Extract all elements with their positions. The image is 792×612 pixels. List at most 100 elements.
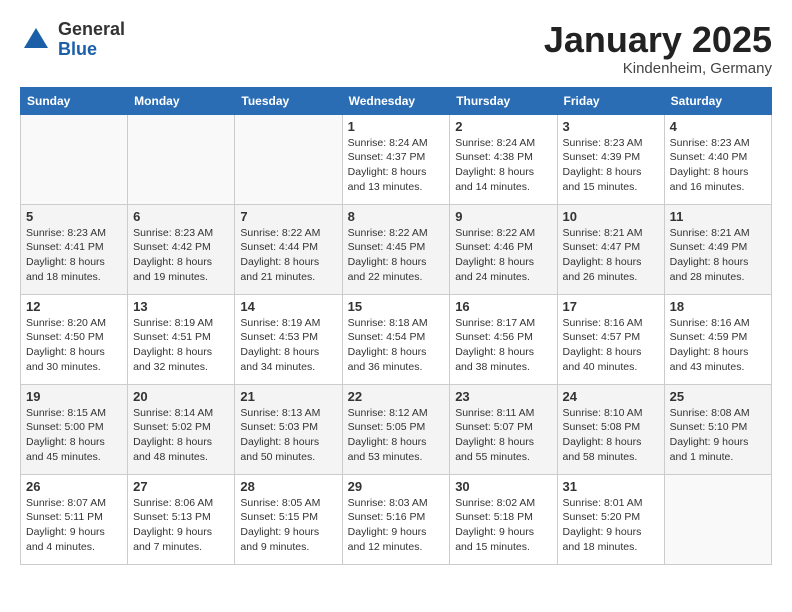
month-title: January 2025 — [544, 20, 772, 60]
weekday-header-tuesday: Tuesday — [235, 87, 342, 114]
day-number: 27 — [133, 479, 229, 494]
calendar-day-cell: 25 Sunrise: 8:08 AM Sunset: 5:10 PM Dayli… — [664, 384, 771, 474]
day-info: Sunrise: 8:10 AM Sunset: 5:08 PM Dayligh… — [563, 406, 659, 465]
day-info: Sunrise: 8:22 AM Sunset: 4:45 PM Dayligh… — [348, 226, 445, 285]
calendar-day-cell — [21, 114, 128, 204]
day-number: 8 — [348, 209, 445, 224]
day-number: 12 — [26, 299, 122, 314]
logo: General Blue — [20, 20, 125, 60]
day-info: Sunrise: 8:18 AM Sunset: 4:54 PM Dayligh… — [348, 316, 445, 375]
day-number: 31 — [563, 479, 659, 494]
day-number: 6 — [133, 209, 229, 224]
day-number: 2 — [455, 119, 551, 134]
day-number: 23 — [455, 389, 551, 404]
weekday-header-wednesday: Wednesday — [342, 87, 450, 114]
calendar-day-cell: 14 Sunrise: 8:19 AM Sunset: 4:53 PM Dayli… — [235, 294, 342, 384]
logo-text: General Blue — [58, 20, 125, 60]
calendar-day-cell: 20 Sunrise: 8:14 AM Sunset: 5:02 PM Dayli… — [128, 384, 235, 474]
title-block: January 2025 Kindenheim, Germany — [544, 20, 772, 77]
day-number: 26 — [26, 479, 122, 494]
day-number: 28 — [240, 479, 336, 494]
day-number: 3 — [563, 119, 659, 134]
calendar-day-cell: 12 Sunrise: 8:20 AM Sunset: 4:50 PM Dayli… — [21, 294, 128, 384]
calendar-day-cell — [664, 474, 771, 564]
day-info: Sunrise: 8:21 AM Sunset: 4:47 PM Dayligh… — [563, 226, 659, 285]
calendar-day-cell: 2 Sunrise: 8:24 AM Sunset: 4:38 PM Daylig… — [450, 114, 557, 204]
logo-blue-text: Blue — [58, 40, 125, 60]
day-number: 10 — [563, 209, 659, 224]
weekday-header-saturday: Saturday — [664, 87, 771, 114]
day-number: 14 — [240, 299, 336, 314]
day-number: 16 — [455, 299, 551, 314]
day-info: Sunrise: 8:20 AM Sunset: 4:50 PM Dayligh… — [26, 316, 122, 375]
day-info: Sunrise: 8:24 AM Sunset: 4:37 PM Dayligh… — [348, 136, 445, 195]
page-header: General Blue January 2025 Kindenheim, Ge… — [20, 20, 772, 77]
weekday-header-monday: Monday — [128, 87, 235, 114]
weekday-header-friday: Friday — [557, 87, 664, 114]
day-info: Sunrise: 8:23 AM Sunset: 4:41 PM Dayligh… — [26, 226, 122, 285]
day-info: Sunrise: 8:19 AM Sunset: 4:53 PM Dayligh… — [240, 316, 336, 375]
day-info: Sunrise: 8:24 AM Sunset: 4:38 PM Dayligh… — [455, 136, 551, 195]
day-info: Sunrise: 8:17 AM Sunset: 4:56 PM Dayligh… — [455, 316, 551, 375]
calendar-day-cell: 5Sunrise: 8:23 AM Sunset: 4:41 PM Daylig… — [21, 204, 128, 294]
calendar-day-cell: 23Sunrise: 8:11 AM Sunset: 5:07 PM Dayli… — [450, 384, 557, 474]
day-info: Sunrise: 8:13 AM Sunset: 5:03 PM Dayligh… — [240, 406, 336, 465]
day-info: Sunrise: 8:23 AM Sunset: 4:40 PM Dayligh… — [670, 136, 766, 195]
calendar-day-cell: 31 Sunrise: 8:01 AM Sunset: 5:20 PM Dayli… — [557, 474, 664, 564]
weekday-header-row: SundayMondayTuesdayWednesdayThursdayFrid… — [21, 87, 772, 114]
calendar-day-cell: 22 Sunrise: 8:12 AM Sunset: 5:05 PM Dayli… — [342, 384, 450, 474]
calendar-week-row: 5Sunrise: 8:23 AM Sunset: 4:41 PM Daylig… — [21, 204, 772, 294]
day-info: Sunrise: 8:14 AM Sunset: 5:02 PM Dayligh… — [133, 406, 229, 465]
logo-icon — [20, 24, 52, 56]
day-info: Sunrise: 8:06 AM Sunset: 5:13 PM Dayligh… — [133, 496, 229, 555]
day-info: Sunrise: 8:01 AM Sunset: 5:20 PM Dayligh… — [563, 496, 659, 555]
day-number: 13 — [133, 299, 229, 314]
calendar-day-cell: 9Sunrise: 8:22 AM Sunset: 4:46 PM Daylig… — [450, 204, 557, 294]
calendar-day-cell: 27 Sunrise: 8:06 AM Sunset: 5:13 PM Dayli… — [128, 474, 235, 564]
calendar-day-cell: 29 Sunrise: 8:03 AM Sunset: 5:16 PM Dayli… — [342, 474, 450, 564]
day-info: Sunrise: 8:21 AM Sunset: 4:49 PM Dayligh… — [670, 226, 766, 285]
weekday-header-sunday: Sunday — [21, 87, 128, 114]
day-info: Sunrise: 8:16 AM Sunset: 4:59 PM Dayligh… — [670, 316, 766, 375]
day-info: Sunrise: 8:19 AM Sunset: 4:51 PM Dayligh… — [133, 316, 229, 375]
calendar-day-cell: 7 Sunrise: 8:22 AM Sunset: 4:44 PM Daylig… — [235, 204, 342, 294]
day-number: 20 — [133, 389, 229, 404]
calendar-day-cell: 16 Sunrise: 8:17 AM Sunset: 4:56 PM Dayli… — [450, 294, 557, 384]
location-label: Kindenheim, Germany — [544, 60, 772, 77]
day-info: Sunrise: 8:05 AM Sunset: 5:15 PM Dayligh… — [240, 496, 336, 555]
weekday-header-thursday: Thursday — [450, 87, 557, 114]
day-number: 25 — [670, 389, 766, 404]
day-number: 15 — [348, 299, 445, 314]
calendar-week-row: 12 Sunrise: 8:20 AM Sunset: 4:50 PM Dayli… — [21, 294, 772, 384]
calendar-day-cell: 11 Sunrise: 8:21 AM Sunset: 4:49 PM Dayli… — [664, 204, 771, 294]
calendar-day-cell: 19Sunrise: 8:15 AM Sunset: 5:00 PM Dayli… — [21, 384, 128, 474]
calendar-day-cell: 26 Sunrise: 8:07 AM Sunset: 5:11 PM Dayli… — [21, 474, 128, 564]
calendar-day-cell: 30Sunrise: 8:02 AM Sunset: 5:18 PM Dayli… — [450, 474, 557, 564]
logo-general-text: General — [58, 20, 125, 40]
calendar-day-cell — [235, 114, 342, 204]
day-info: Sunrise: 8:12 AM Sunset: 5:05 PM Dayligh… — [348, 406, 445, 465]
day-info: Sunrise: 8:07 AM Sunset: 5:11 PM Dayligh… — [26, 496, 122, 555]
day-info: Sunrise: 8:22 AM Sunset: 4:44 PM Dayligh… — [240, 226, 336, 285]
day-number: 11 — [670, 209, 766, 224]
day-info: Sunrise: 8:16 AM Sunset: 4:57 PM Dayligh… — [563, 316, 659, 375]
calendar-day-cell: 13 Sunrise: 8:19 AM Sunset: 4:51 PM Dayli… — [128, 294, 235, 384]
day-number: 7 — [240, 209, 336, 224]
day-info: Sunrise: 8:03 AM Sunset: 5:16 PM Dayligh… — [348, 496, 445, 555]
calendar-day-cell: 10 Sunrise: 8:21 AM Sunset: 4:47 PM Dayli… — [557, 204, 664, 294]
calendar-day-cell: 4Sunrise: 8:23 AM Sunset: 4:40 PM Daylig… — [664, 114, 771, 204]
day-info: Sunrise: 8:22 AM Sunset: 4:46 PM Dayligh… — [455, 226, 551, 285]
day-number: 19 — [26, 389, 122, 404]
day-info: Sunrise: 8:08 AM Sunset: 5:10 PM Dayligh… — [670, 406, 766, 465]
day-info: Sunrise: 8:02 AM Sunset: 5:18 PM Dayligh… — [455, 496, 551, 555]
calendar-day-cell: 1 Sunrise: 8:24 AM Sunset: 4:37 PM Daylig… — [342, 114, 450, 204]
day-number: 21 — [240, 389, 336, 404]
day-info: Sunrise: 8:23 AM Sunset: 4:42 PM Dayligh… — [133, 226, 229, 285]
calendar-day-cell: 3Sunrise: 8:23 AM Sunset: 4:39 PM Daylig… — [557, 114, 664, 204]
calendar-day-cell — [128, 114, 235, 204]
day-number: 17 — [563, 299, 659, 314]
day-number: 1 — [348, 119, 445, 134]
calendar-week-row: 19Sunrise: 8:15 AM Sunset: 5:00 PM Dayli… — [21, 384, 772, 474]
day-number: 22 — [348, 389, 445, 404]
day-number: 29 — [348, 479, 445, 494]
